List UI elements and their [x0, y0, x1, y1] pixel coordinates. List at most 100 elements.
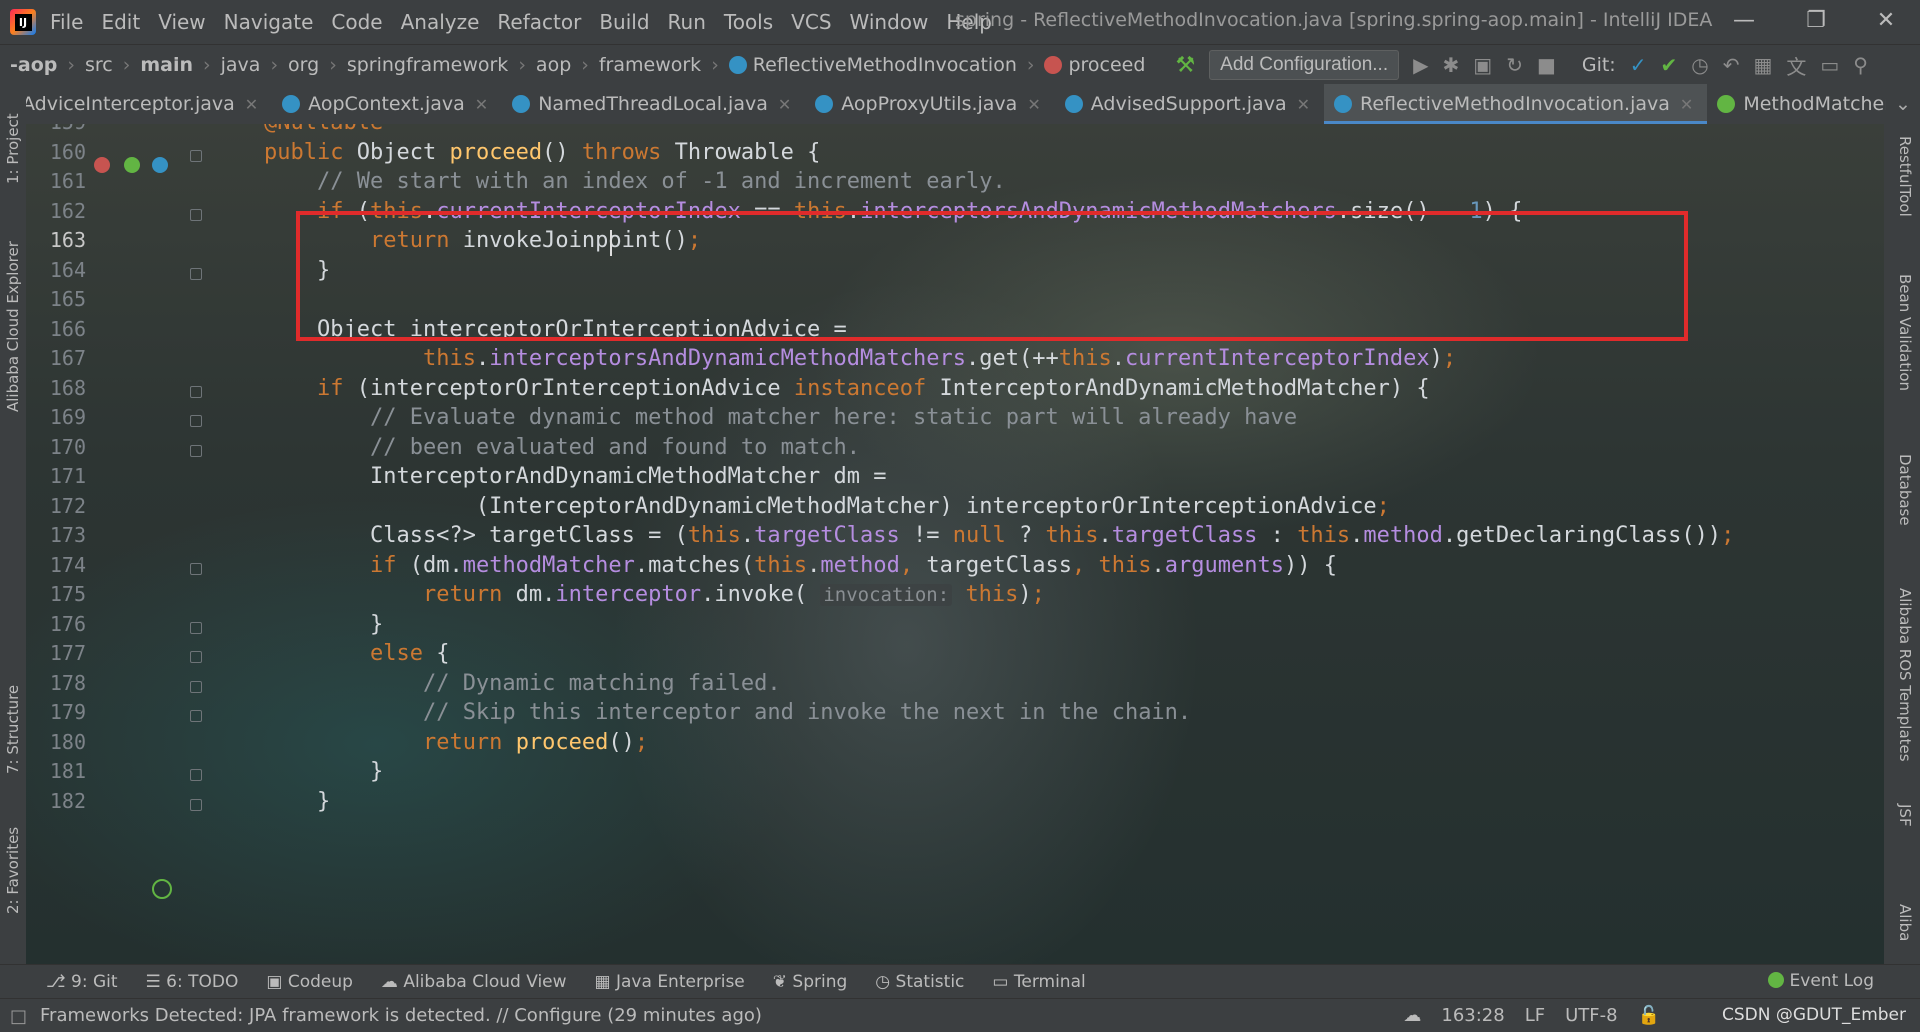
toolwindow-6-todo[interactable]: ☰ 6: TODO	[146, 972, 239, 992]
tab-close-icon[interactable]: ✕	[245, 95, 258, 114]
fold-marker-icon[interactable]	[190, 208, 202, 221]
code-line[interactable]: public Object proceed() throws Throwable…	[264, 140, 820, 165]
breadcrumb-item[interactable]: framework	[599, 54, 701, 76]
fold-marker-icon[interactable]	[190, 710, 202, 722]
code-line[interactable]: @Nullable	[264, 124, 383, 135]
menu-tools[interactable]: Tools	[724, 10, 773, 34]
breadcrumb-item[interactable]: aop	[536, 54, 571, 76]
intellij-logo-icon[interactable]: IJ	[10, 9, 36, 35]
build-hammer-icon[interactable]: ⚒	[1175, 53, 1195, 78]
line-number[interactable]: 167	[34, 346, 86, 370]
line-number[interactable]: 177	[34, 641, 86, 665]
editor-tab[interactable]: AopContext.java ✕	[272, 84, 502, 124]
line-number[interactable]: 182	[34, 789, 86, 813]
profile-icon[interactable]: ↻	[1506, 53, 1523, 77]
menu-refactor[interactable]: Refactor	[497, 10, 581, 34]
line-number[interactable]: 165	[34, 287, 86, 311]
breadcrumb-item[interactable]: proceed	[1044, 54, 1145, 76]
debug-icon[interactable]: ✱	[1443, 53, 1460, 77]
line-number[interactable]: 172	[34, 494, 86, 518]
code-line[interactable]: }	[264, 759, 383, 784]
run-icon[interactable]: ▶	[1413, 53, 1428, 77]
code-line[interactable]: // been evaluated and found to match.	[264, 435, 860, 460]
fold-marker-icon[interactable]	[190, 769, 202, 781]
line-number[interactable]: 181	[34, 759, 86, 783]
code-line[interactable]: return dm.interceptor.invoke( invocation…	[264, 582, 1045, 607]
menu-file[interactable]: File	[50, 10, 83, 34]
fold-marker-icon[interactable]	[190, 415, 202, 427]
fold-marker-icon[interactable]	[190, 651, 202, 663]
git-update-icon[interactable]: ✓	[1630, 53, 1647, 77]
tool-project[interactable]: 1: Project	[4, 113, 22, 184]
editor-tab[interactable]: MethodMatcher.java✕	[1707, 84, 1886, 124]
breadcrumb-item[interactable]: main	[140, 54, 193, 76]
fold-marker-icon[interactable]	[190, 562, 202, 575]
git-history-icon[interactable]: ◷	[1691, 53, 1708, 77]
breadcrumb-item[interactable]: src	[85, 54, 113, 76]
toolwindow-codeup[interactable]: ▣ Codeup	[266, 972, 353, 992]
status-message[interactable]: Frameworks Detected: JPA framework is de…	[40, 1005, 762, 1026]
line-number[interactable]: 166	[34, 317, 86, 341]
line-number[interactable]: 169	[34, 405, 86, 429]
tool-alibaba-ros-templates[interactable]: Alibaba ROS Templates	[1896, 588, 1914, 762]
tab-close-icon[interactable]: ✕	[1027, 95, 1040, 114]
code-line[interactable]: if (interceptorOrInterceptionAdvice inst…	[264, 376, 1430, 401]
code-line[interactable]: Class<?> targetClass = (this.targetClass…	[264, 523, 1734, 548]
menu-code[interactable]: Code	[331, 10, 382, 34]
git-rollback-icon[interactable]: ↶	[1723, 53, 1740, 77]
implements-icon[interactable]	[124, 157, 140, 173]
code-line[interactable]: // Dynamic matching failed.	[264, 671, 781, 696]
breadcrumb-item[interactable]: springframework	[347, 54, 508, 76]
tab-close-icon[interactable]: ✕	[1297, 95, 1310, 114]
editor-tab[interactable]: AopProxyUtils.java ✕	[805, 84, 1054, 124]
line-number[interactable]: 173	[34, 523, 86, 547]
line-number[interactable]: 163	[34, 228, 86, 252]
fold-marker-icon[interactable]	[190, 680, 202, 693]
line-number[interactable]: 171	[34, 464, 86, 488]
line-number[interactable]: 170	[34, 435, 86, 459]
code-line[interactable]: }	[264, 789, 330, 814]
git-commit-icon[interactable]: ✔	[1660, 53, 1677, 77]
close-window-icon[interactable]: ✕	[1866, 6, 1906, 36]
toolwindow-9-git[interactable]: ⎇ 9: Git	[46, 972, 118, 992]
status-toggle-icon[interactable]: □	[10, 1006, 27, 1027]
toolwindow-spring[interactable]: ❦ Spring	[773, 972, 848, 992]
tool-restfultool[interactable]: RestfulTool	[1896, 136, 1914, 217]
breadcrumb-item[interactable]: org	[288, 54, 319, 76]
fold-marker-icon[interactable]	[190, 267, 202, 280]
file-encoding[interactable]: UTF-8	[1565, 1005, 1617, 1026]
fold-marker-icon[interactable]	[190, 444, 202, 457]
code-line[interactable]: if (dm.methodMatcher.matches(this.method…	[264, 553, 1337, 578]
caret-position[interactable]: 163:28	[1441, 1005, 1504, 1026]
code-editor[interactable]: 159 160 161 162 163 164 165 166 167 168 169 170 171 1…	[26, 124, 1884, 964]
lock-icon[interactable]: 🔓	[1638, 1005, 1660, 1026]
code-line[interactable]: // We start with an index of -1 and incr…	[264, 169, 1006, 194]
code-line[interactable]: this.interceptorsAndDynamicMethodMatcher…	[264, 346, 1456, 371]
code-line[interactable]: else {	[264, 641, 449, 666]
tab-close-icon[interactable]: ✕	[1680, 95, 1693, 114]
status-sync-icon[interactable]: ☁	[1403, 1005, 1421, 1026]
fold-marker-icon[interactable]	[190, 385, 202, 398]
toolwindow-alibaba-cloud-view[interactable]: ☁ Alibaba Cloud View	[381, 972, 567, 992]
fold-marker-icon[interactable]	[190, 798, 202, 811]
tool-database[interactable]: Database	[1896, 454, 1914, 526]
code-line[interactable]: }	[264, 612, 383, 637]
line-number[interactable]: 179	[34, 700, 86, 724]
line-separator[interactable]: LF	[1525, 1005, 1545, 1026]
tool-structure[interactable]: 7: Structure	[4, 685, 22, 774]
editor-tab[interactable]: AdviceInterceptor.java ✕	[26, 84, 272, 124]
restore-icon[interactable]: ❐	[1796, 6, 1836, 36]
code-line[interactable]: // Evaluate dynamic method matcher here:…	[264, 405, 1297, 430]
tool-favorites[interactable]: 2: Favorites	[4, 827, 22, 914]
breadcrumb-item[interactable]: -aop	[10, 54, 57, 76]
line-number[interactable]: 162	[34, 199, 86, 223]
line-number[interactable]: 178	[34, 671, 86, 695]
search-icon[interactable]: ⚲	[1853, 53, 1868, 77]
editor-tab[interactable]: ReflectiveMethodInvocation.java ✕	[1324, 84, 1708, 124]
coverage-icon[interactable]: ▣	[1473, 53, 1492, 77]
menu-edit[interactable]: Edit	[101, 10, 140, 34]
tab-close-icon[interactable]: ✕	[475, 95, 488, 114]
menu-vcs[interactable]: VCS	[791, 10, 831, 34]
menu-window[interactable]: Window	[850, 10, 929, 34]
line-number[interactable]: 174	[34, 553, 86, 577]
